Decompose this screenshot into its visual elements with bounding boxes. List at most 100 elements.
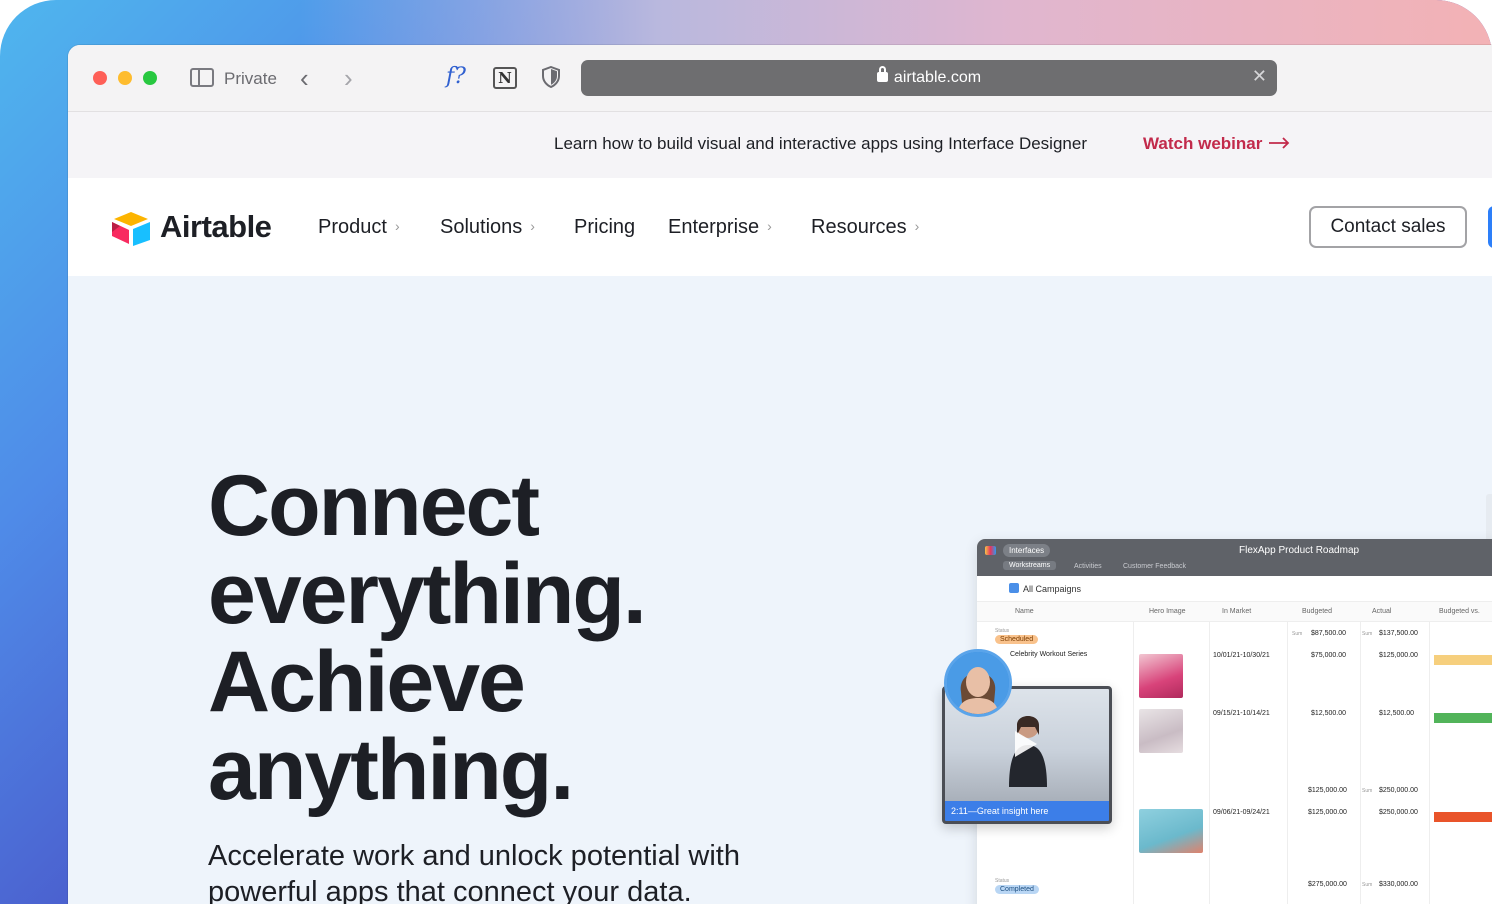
preview-tab: Activities [1074, 563, 1102, 570]
nav-resources-label: Resources [811, 216, 907, 238]
signup-button[interactable] [1488, 206, 1492, 248]
close-window-button[interactable] [93, 71, 107, 85]
budget-bar [1434, 812, 1492, 822]
contact-sales-button[interactable]: Contact sales [1309, 206, 1467, 248]
sidebar-toggle-icon[interactable] [190, 68, 214, 87]
grid-line [1360, 622, 1361, 904]
preview-column-headers: Name Hero Image In Market Budgeted Actua… [977, 602, 1492, 622]
chevron-right-icon: › [914, 218, 920, 234]
preview-column: Budgeted [1302, 608, 1332, 615]
lock-icon [876, 66, 888, 82]
sum-actual: $137,500.00 [1379, 630, 1418, 637]
preview-interfaces-chip: Interfaces [1003, 544, 1051, 557]
preview-toolbar: All Campaigns [977, 576, 1492, 602]
row-budgeted: $75,000.00 [1311, 652, 1347, 659]
sum-label: Sum [1362, 882, 1373, 888]
preview-column: Hero Image [1149, 608, 1186, 615]
sum-budgeted: $87,500.00 [1311, 630, 1347, 637]
minimize-window-button[interactable] [118, 71, 132, 85]
grid-line [1287, 622, 1288, 904]
grid-line [1429, 622, 1430, 904]
zoom-window-button[interactable] [143, 71, 157, 85]
url-text: airtable.com [893, 69, 982, 86]
hero-title-line: everything. [208, 546, 647, 642]
banner-text: Learn how to build visual and interactiv… [554, 134, 1087, 153]
avatar-portrait [947, 652, 1009, 714]
nav-solutions[interactable]: Solutions › [440, 216, 535, 239]
sum-label: Sum [1292, 631, 1303, 637]
private-label: Private [224, 69, 277, 88]
sum-actual: $330,000.00 [1379, 881, 1418, 888]
hero-image-thumbnail [1139, 809, 1203, 853]
hero-title-line: Connect [208, 458, 540, 554]
preview-title: FlexApp Product Roadmap [1239, 545, 1360, 556]
row-actual: $12,500.00 [1379, 710, 1415, 717]
row-in-market: 10/01/21-10/30/21 [1213, 652, 1270, 659]
chevron-right-icon: › [394, 218, 400, 234]
group-status-label: Status [995, 628, 1010, 634]
hero-title: Connect everything. Achieve anything. [208, 462, 768, 814]
preview-header: Interfaces FlexApp Product Roadmap Works… [977, 539, 1492, 576]
forward-chevron-icon[interactable]: › [344, 63, 353, 94]
hero-subtitle: Accelerate work and unlock potential wit… [208, 838, 848, 904]
grid-view-icon [1009, 583, 1019, 593]
arrow-right-icon [1269, 137, 1290, 149]
chevron-right-icon: › [530, 218, 535, 234]
nav-resources[interactable]: Resources › [811, 216, 919, 239]
preview-column: In Market [1222, 608, 1252, 615]
row-in-market: 09/06/21-09/24/21 [1213, 809, 1270, 816]
hero-subtitle-line: powerful apps that connect your data. [208, 876, 692, 904]
address-bar[interactable]: airtable.com ✕ [581, 60, 1277, 96]
row-budgeted: $12,500.00 [1311, 710, 1347, 717]
hero-section: Connect everything. Achieve anything. Ac… [68, 276, 1492, 904]
back-chevron-icon[interactable]: ‹ [300, 63, 309, 94]
grid-line [1209, 622, 1210, 904]
preview-tab: Customer Feedback [1123, 563, 1187, 570]
play-icon[interactable] [1015, 731, 1037, 757]
logo-text[interactable]: Airtable [160, 209, 272, 245]
completed-group-badge: Completed [995, 885, 1039, 894]
budget-bar [1434, 655, 1492, 665]
avatar [944, 649, 1012, 717]
scheduled-group-badge: Scheduled [995, 635, 1039, 644]
nav-pricing[interactable]: Pricing [574, 216, 635, 239]
formula-extension-icon[interactable]: f? [446, 64, 466, 89]
watch-webinar-link[interactable]: Watch webinar [1143, 134, 1290, 154]
sum-budgeted: $275,000.00 [1308, 881, 1347, 888]
nav-product[interactable]: Product › [318, 216, 400, 239]
airtable-logo-icon[interactable] [110, 210, 152, 246]
hero-title-line: Achieve [208, 634, 526, 730]
budget-bar [1434, 713, 1492, 723]
hero-title-line: anything. [208, 722, 574, 818]
browser-toolbar: Private ‹ › f? N airtable.com ✕ [68, 45, 1492, 112]
group-status-label: Status [995, 878, 1010, 884]
notion-extension-icon[interactable]: N [493, 67, 517, 89]
watch-webinar-label: Watch webinar [1143, 134, 1263, 153]
announcement-banner: Learn how to build visual and interactiv… [68, 112, 1492, 178]
row-name: Celebrity Workout Series [1010, 651, 1088, 658]
nav-product-label: Product [318, 216, 387, 238]
main-nav: Airtable Product › Solutions › Pricing Ent… [68, 178, 1492, 276]
row-actual: $125,000.00 [1379, 652, 1418, 659]
nav-solutions-label: Solutions [440, 216, 523, 238]
nav-enterprise[interactable]: Enterprise › [668, 216, 772, 239]
nav-enterprise-label: Enterprise [668, 216, 760, 238]
grid-line [1133, 622, 1134, 904]
row-budgeted: $125,000.00 [1308, 809, 1347, 816]
shield-icon[interactable] [542, 66, 560, 88]
browser-window: Private ‹ › f? N airtable.com ✕ Learn ho… [68, 45, 1492, 904]
video-caption: 2:11—Great insight here [945, 801, 1109, 821]
row-actual: $250,000.00 [1379, 809, 1418, 816]
preview-view-selector: All Campaigns [1009, 583, 1081, 594]
preview-view-label: All Campaigns [1023, 584, 1082, 594]
sum-budgeted: $125,000.00 [1308, 787, 1347, 794]
preview-column: Actual [1372, 608, 1392, 615]
sum-actual: $250,000.00 [1379, 787, 1418, 794]
preview-tab: Workstreams [1003, 561, 1057, 570]
close-icon[interactable]: ✕ [1252, 66, 1267, 87]
chevron-right-icon: › [767, 218, 772, 234]
hero-subtitle-line: Accelerate work and unlock potential wit… [208, 840, 740, 872]
sum-label: Sum [1362, 788, 1373, 794]
preview-column: Name [1015, 608, 1034, 615]
hero-image-thumbnail [1139, 654, 1183, 698]
